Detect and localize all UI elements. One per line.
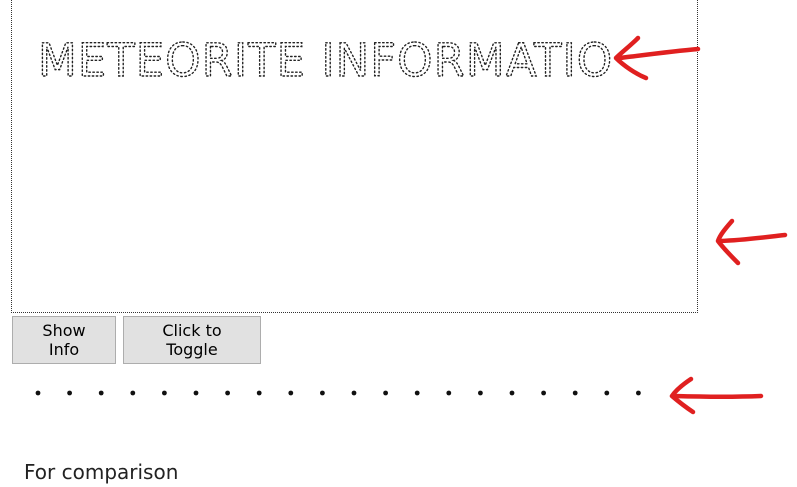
separator-dot xyxy=(256,390,262,396)
red-arrow-icon xyxy=(715,218,788,266)
separator-dot xyxy=(35,390,41,396)
red-arrow-icon xyxy=(613,35,701,81)
separator-dot xyxy=(162,390,167,396)
toggle-button[interactable]: Click to Toggle xyxy=(123,316,261,364)
separator-dot xyxy=(351,390,357,396)
separator-dot xyxy=(478,390,483,396)
separator-dot xyxy=(288,390,294,396)
separator-dot xyxy=(383,390,388,396)
separator-dot xyxy=(509,390,515,396)
separator-dot xyxy=(193,390,199,396)
separator-dot xyxy=(604,390,610,396)
separator-dot xyxy=(320,390,325,396)
comparison-label: For comparison xyxy=(24,460,179,484)
dotted-title: METEORITE INFORMATION xyxy=(37,33,612,87)
info-panel: METEORITE INFORMATION xyxy=(11,0,698,313)
separator-dot xyxy=(446,390,452,396)
separator-dot xyxy=(98,390,104,396)
red-arrow-icon xyxy=(669,376,764,415)
dotted-separator xyxy=(35,390,641,396)
separator-dot xyxy=(67,390,72,396)
separator-dot xyxy=(130,390,136,396)
separator-dot xyxy=(636,390,641,396)
separator-dot xyxy=(572,390,578,396)
separator-dot xyxy=(225,390,231,396)
show-info-button[interactable]: Show Info xyxy=(12,316,116,364)
separator-dot xyxy=(541,390,546,396)
separator-dot xyxy=(414,390,420,396)
panel-title: METEORITE INFORMATION xyxy=(38,34,612,87)
